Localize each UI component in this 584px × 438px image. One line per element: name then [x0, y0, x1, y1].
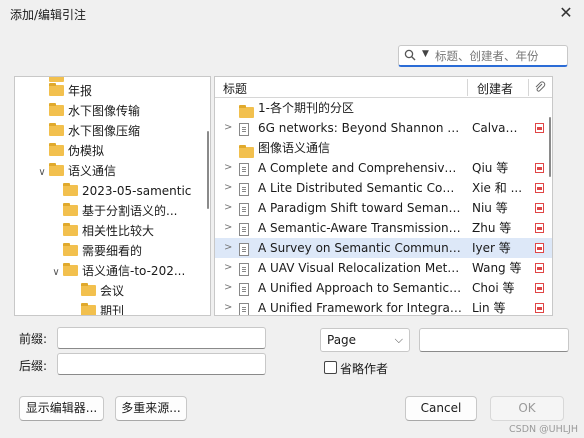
document-icon: [239, 203, 249, 216]
chevron-right-icon[interactable]: >: [224, 238, 232, 258]
search-input[interactable]: [435, 47, 563, 65]
show-editor-button[interactable]: 显示编辑器...: [19, 396, 104, 421]
prefix-label: 前缀:: [19, 332, 48, 346]
chevron-right-icon[interactable]: >: [224, 198, 232, 218]
window-title: 添加/编辑引注: [10, 8, 87, 22]
document-icon: [239, 183, 249, 196]
document-icon: [239, 263, 249, 276]
pdf-icon[interactable]: [535, 223, 544, 233]
pdf-icon[interactable]: [535, 123, 544, 133]
chevron-right-icon[interactable]: >: [224, 118, 232, 138]
suffix-input[interactable]: [57, 353, 266, 375]
tree-scrollbar[interactable]: [207, 131, 209, 209]
column-divider[interactable]: [467, 79, 468, 96]
tree-item[interactable]: 水下图像压缩: [49, 121, 140, 141]
document-icon: [239, 163, 249, 176]
locator-selected-value: Page: [327, 333, 357, 347]
items-scrollbar[interactable]: [549, 117, 551, 177]
folder-icon: [49, 163, 64, 176]
column-divider[interactable]: [528, 79, 529, 96]
tree-item[interactable]: 年报: [49, 81, 92, 101]
tree-item[interactable]: 水下图像传输: [49, 101, 140, 121]
chevron-right-icon[interactable]: >: [224, 158, 232, 178]
folder-icon: [63, 223, 78, 236]
document-icon: [239, 283, 249, 296]
pdf-icon[interactable]: [535, 283, 544, 293]
chevron-right-icon[interactable]: >: [224, 258, 232, 278]
document-icon: [239, 303, 249, 315]
title-bar: 添加/编辑引注 ✕: [0, 0, 584, 28]
table-row[interactable]: > A UAV Visual Relocalization Meth... Wa…: [215, 258, 552, 278]
chevron-right-icon[interactable]: >: [224, 298, 232, 315]
paperclip-icon[interactable]: [534, 81, 546, 94]
folder-icon: [81, 283, 96, 296]
table-row[interactable]: > A Unified Approach to Semantic I... Ch…: [215, 278, 552, 298]
table-row-selected[interactable]: > A Survey on Semantic Communic... Iyer …: [215, 238, 552, 258]
tree-item[interactable]: 需要细看的: [63, 241, 142, 261]
chevron-right-icon[interactable]: >: [224, 178, 232, 198]
table-row[interactable]: > A Paradigm Shift toward Semanti... Niu…: [215, 198, 552, 218]
chevron-right-icon[interactable]: >: [224, 278, 232, 298]
chevron-right-icon[interactable]: >: [224, 218, 232, 238]
prefix-input[interactable]: [57, 327, 266, 349]
document-icon: [239, 223, 249, 236]
folder-icon: [49, 143, 64, 156]
chevron-down-icon: ⌵: [394, 333, 403, 346]
pdf-icon[interactable]: [535, 183, 544, 193]
close-icon[interactable]: ✕: [554, 2, 578, 24]
folder-icon: [49, 103, 64, 116]
pdf-icon[interactable]: [535, 163, 544, 173]
pdf-icon[interactable]: [535, 263, 544, 273]
document-icon: [239, 243, 249, 256]
collection-tree[interactable]: 年报 水下图像传输 水下图像压缩 伪模拟 ∨ 语义通信 2023-05-samen…: [14, 76, 211, 316]
folder-icon: [63, 243, 78, 256]
items-table[interactable]: 标题 创建者 1-各个期刊的分区 > 6G networks: Beyond S…: [214, 76, 553, 316]
omit-author-checkbox[interactable]: [324, 361, 337, 374]
tree-item[interactable]: 2023-05-samentic: [63, 181, 191, 201]
tree-item[interactable]: 期刊: [81, 301, 124, 315]
folder-icon: [49, 83, 64, 96]
folder-icon: [63, 203, 78, 216]
folder-icon: [81, 303, 96, 315]
multiple-sources-button[interactable]: 多重来源...: [115, 396, 187, 421]
pdf-icon[interactable]: [535, 203, 544, 213]
search-icon: [404, 49, 416, 61]
tree-item[interactable]: 基于分割语义的...: [63, 201, 177, 221]
folder-row[interactable]: 1-各个期刊的分区: [215, 98, 552, 118]
tree-item[interactable]: ∨ 语义通信-to-202...: [49, 261, 185, 281]
table-row[interactable]: > 6G networks: Beyond Shannon to... Calv…: [215, 118, 552, 138]
folder-icon: [63, 263, 78, 276]
tree-item[interactable]: 会议: [81, 281, 124, 301]
pdf-icon[interactable]: [535, 303, 544, 313]
tree-item[interactable]: ∨ 语义通信: [35, 161, 116, 181]
column-title[interactable]: 标题: [223, 80, 247, 97]
table-row[interactable]: > A Lite Distributed Semantic Com... Xie…: [215, 178, 552, 198]
search-mode-dropdown-icon[interactable]: ▼: [422, 49, 429, 59]
folder-icon: [49, 123, 64, 136]
folder-icon: [63, 183, 78, 196]
cancel-button[interactable]: Cancel: [405, 396, 477, 421]
pdf-icon[interactable]: [535, 243, 544, 253]
search-box[interactable]: ▼: [398, 45, 568, 67]
document-icon: [239, 123, 249, 136]
table-row[interactable]: > A Unified Framework for Integrati... L…: [215, 298, 552, 315]
chevron-down-icon[interactable]: ∨: [35, 163, 49, 183]
folder-icon: [239, 105, 254, 118]
locator-input[interactable]: [419, 328, 569, 352]
table-row[interactable]: > A Semantic-Aware Transmission ... Zhu …: [215, 218, 552, 238]
ok-button[interactable]: OK: [490, 396, 564, 421]
folder-row[interactable]: 图像语义通信: [215, 138, 552, 158]
table-header: 标题 创建者: [215, 77, 552, 98]
column-creator[interactable]: 创建者: [477, 80, 513, 97]
folder-icon: [239, 145, 254, 158]
table-row[interactable]: > A Complete and Comprehensive ... Qiu 等: [215, 158, 552, 178]
tree-item[interactable]: 伪模拟: [49, 141, 104, 161]
suffix-label: 后缀:: [19, 359, 48, 373]
tree-item[interactable]: 相关性比较大: [63, 221, 154, 241]
watermark: CSDN @UHLJH: [509, 424, 578, 435]
locator-select[interactable]: Page ⌵: [320, 328, 410, 352]
chevron-down-icon[interactable]: ∨: [49, 263, 63, 283]
omit-author-label: 省略作者: [340, 362, 389, 376]
